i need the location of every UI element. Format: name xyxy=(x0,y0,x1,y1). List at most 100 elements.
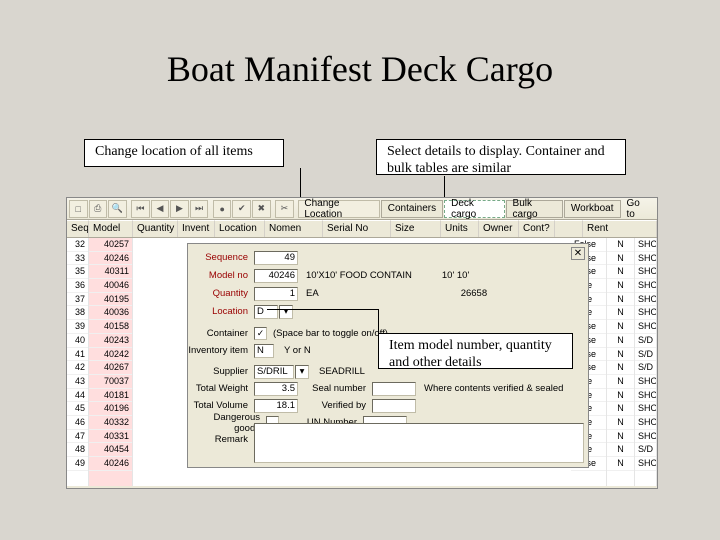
table-cell[interactable]: N xyxy=(607,361,634,375)
table-cell[interactable]: N xyxy=(607,389,634,403)
tab-containers[interactable]: Containers xyxy=(381,200,443,218)
table-cell[interactable]: 46 xyxy=(67,416,88,430)
table-cell[interactable]: 39 xyxy=(67,320,88,334)
tab-deck-cargo[interactable]: Deck cargo xyxy=(444,200,504,218)
close-icon[interactable]: ✕ xyxy=(571,247,585,260)
col-owner[interactable]: Owner xyxy=(479,220,519,237)
table-cell[interactable]: SHO xyxy=(635,320,656,334)
toolbar-icon-cut[interactable]: ✂ xyxy=(275,200,294,218)
table-cell[interactable]: 40257 xyxy=(89,238,132,252)
table-cell[interactable]: 40454 xyxy=(89,443,132,457)
table-cell[interactable]: S/D xyxy=(635,334,656,348)
col-invent[interactable]: Invent xyxy=(178,220,215,237)
table-cell[interactable]: 40267 xyxy=(89,361,132,375)
table-cell[interactable]: N xyxy=(607,252,634,266)
table-cell[interactable]: SHO xyxy=(635,265,656,279)
supplier-dropdown-icon[interactable]: ▾ xyxy=(295,365,309,379)
table-cell[interactable]: SHO xyxy=(635,279,656,293)
table-cell[interactable]: SHO xyxy=(635,375,656,389)
modelno-input[interactable]: 40246 xyxy=(254,269,298,283)
table-cell[interactable]: 40036 xyxy=(89,306,132,320)
tab-workboat[interactable]: Workboat xyxy=(564,200,621,218)
table-cell[interactable]: 44 xyxy=(67,389,88,403)
col-model[interactable]: Model xyxy=(89,220,133,237)
table-cell[interactable]: 40196 xyxy=(89,402,132,416)
toolbar-icon-save[interactable]: ✔ xyxy=(232,200,251,218)
table-cell[interactable]: 40246 xyxy=(89,252,132,266)
table-cell[interactable]: 70037 xyxy=(89,375,132,389)
table-cell[interactable]: 33 xyxy=(67,252,88,266)
sequence-input[interactable]: 49 xyxy=(254,251,298,265)
table-cell[interactable]: SHO xyxy=(635,252,656,266)
table-cell[interactable]: SHO xyxy=(635,293,656,307)
table-cell[interactable]: SHO xyxy=(635,430,656,444)
remark-input[interactable] xyxy=(254,423,584,463)
table-cell[interactable]: 35 xyxy=(67,265,88,279)
location-input[interactable]: D xyxy=(254,305,278,319)
col-nomen[interactable]: Nomen xyxy=(265,220,323,237)
table-cell[interactable]: SHO xyxy=(635,416,656,430)
col-seq[interactable]: Seq xyxy=(67,220,89,237)
table-cell[interactable]: N xyxy=(607,279,634,293)
table-cell[interactable]: 40332 xyxy=(89,416,132,430)
inventory-input[interactable]: N xyxy=(254,344,274,358)
table-cell[interactable]: 40158 xyxy=(89,320,132,334)
table-cell[interactable]: S/D xyxy=(635,348,656,362)
table-cell[interactable]: 40181 xyxy=(89,389,132,403)
table-cell[interactable]: 41 xyxy=(67,348,88,362)
table-cell[interactable]: 40 xyxy=(67,334,88,348)
location-dropdown-icon[interactable]: ▾ xyxy=(279,305,293,319)
toolbar-icon-next[interactable]: ▶ xyxy=(170,200,189,218)
col-location[interactable]: Location xyxy=(215,220,265,237)
table-cell[interactable]: N xyxy=(607,457,634,471)
table-cell[interactable]: 38 xyxy=(67,306,88,320)
table-cell[interactable]: N xyxy=(607,402,634,416)
table-cell[interactable]: 47 xyxy=(67,430,88,444)
table-cell[interactable]: 40046 xyxy=(89,279,132,293)
table-cell[interactable]: S/D xyxy=(635,361,656,375)
table-cell[interactable]: SHO xyxy=(635,238,656,252)
table-cell[interactable]: N xyxy=(607,430,634,444)
table-cell[interactable]: N xyxy=(607,334,634,348)
table-cell[interactable]: 42 xyxy=(67,361,88,375)
table-cell[interactable]: 40246 xyxy=(89,457,132,471)
table-cell[interactable]: SHO xyxy=(635,389,656,403)
table-cell[interactable]: 40195 xyxy=(89,293,132,307)
table-cell[interactable]: N xyxy=(607,416,634,430)
table-cell[interactable]: 40242 xyxy=(89,348,132,362)
col-blank[interactable] xyxy=(555,220,583,237)
table-cell[interactable]: 36 xyxy=(67,279,88,293)
col-rent[interactable]: Rent xyxy=(583,220,657,237)
table-cell[interactable]: SHO xyxy=(635,457,656,471)
quantity-input[interactable]: 1 xyxy=(254,287,298,301)
table-cell[interactable]: 43 xyxy=(67,375,88,389)
container-checkbox[interactable]: ✓ xyxy=(254,327,267,340)
table-cell[interactable]: N xyxy=(607,293,634,307)
table-cell[interactable]: N xyxy=(607,306,634,320)
table-cell[interactable]: SHO xyxy=(635,402,656,416)
table-cell[interactable]: N xyxy=(607,348,634,362)
table-cell[interactable]: 40331 xyxy=(89,430,132,444)
col-units[interactable]: Units xyxy=(441,220,479,237)
verifiedby-input[interactable] xyxy=(372,399,416,413)
toolbar-icon-cancel[interactable]: ✖ xyxy=(252,200,271,218)
toolbar-icon-print[interactable]: ⎙ xyxy=(89,200,108,218)
table-cell[interactable]: N xyxy=(607,238,634,252)
table-cell[interactable]: 48 xyxy=(67,443,88,457)
col-serial[interactable]: Serial No xyxy=(323,220,391,237)
table-cell[interactable]: S/D xyxy=(635,443,656,457)
table-cell[interactable]: N xyxy=(607,320,634,334)
tab-bulk-cargo[interactable]: Bulk cargo xyxy=(506,200,563,218)
totalweight-input[interactable]: 3.5 xyxy=(254,382,298,396)
table-cell[interactable]: SHO xyxy=(635,306,656,320)
col-size[interactable]: Size xyxy=(391,220,441,237)
table-cell[interactable]: 32 xyxy=(67,238,88,252)
toolbar-icon-new[interactable]: □ xyxy=(69,200,88,218)
sealno-input[interactable] xyxy=(372,382,416,396)
table-cell[interactable]: 49 xyxy=(67,457,88,471)
toolbar-icon-preview[interactable]: 🔍 xyxy=(108,200,127,218)
goto-label[interactable]: Go to xyxy=(622,200,654,218)
table-cell[interactable]: 40243 xyxy=(89,334,132,348)
col-quantity[interactable]: Quantity xyxy=(133,220,178,237)
table-cell[interactable]: 37 xyxy=(67,293,88,307)
